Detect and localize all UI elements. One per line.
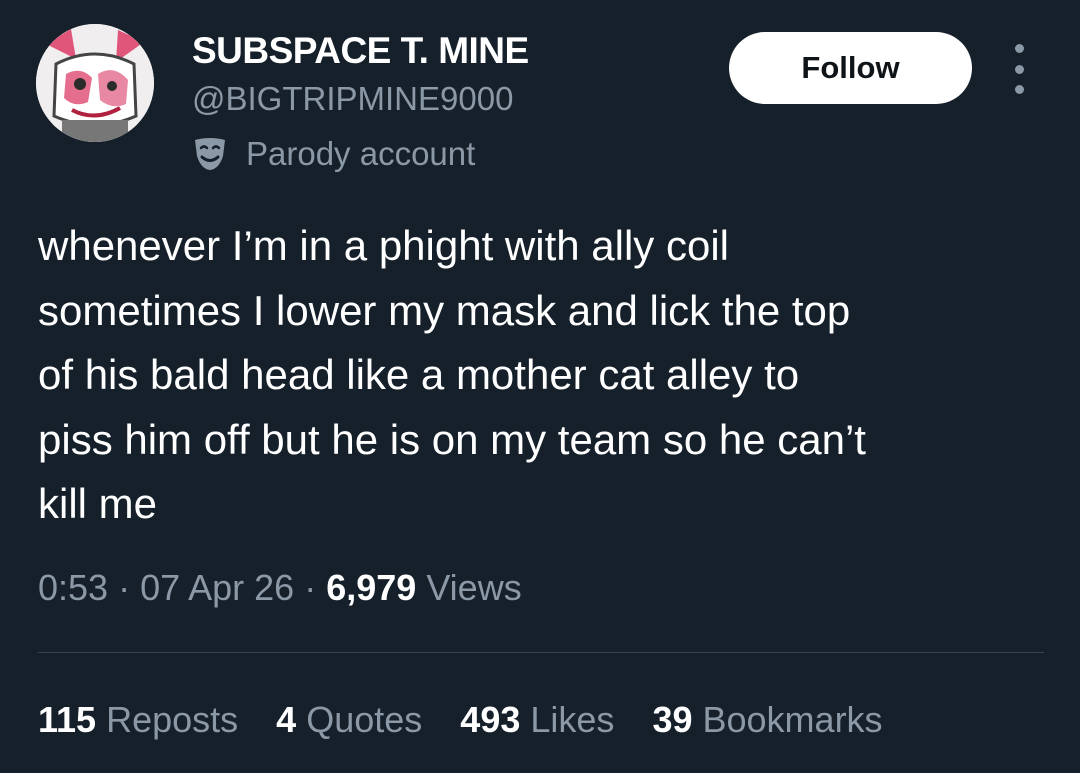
more-dot [1014,64,1024,74]
bookmarks-label: Bookmarks [702,699,883,740]
divider [38,652,1044,653]
likes-stat[interactable]: 493 Likes [460,699,614,741]
more-vertical-icon[interactable] [1004,44,1034,94]
tweet-time[interactable]: 0:53 [38,567,108,608]
bookmarks-stat[interactable]: 39 Bookmarks [652,699,882,741]
bookmarks-count: 39 [652,699,693,740]
avatar-image [36,24,154,142]
reposts-label: Reposts [106,699,239,740]
quotes-count: 4 [276,699,297,740]
reposts-count: 115 [38,699,97,740]
meta-separator: · [108,567,141,608]
meta-separator: · [294,567,327,608]
likes-count: 493 [460,699,521,740]
avatar[interactable] [36,24,154,142]
parody-label-text: Parody account [246,135,476,172]
theater-masks-icon [195,138,225,170]
author-display-name[interactable]: SUBSPACE T. MINE [192,30,529,72]
author-handle[interactable]: @BIGTRIPMINE9000 [192,80,513,118]
follow-button[interactable]: Follow [729,32,972,104]
more-dot [1014,44,1024,53]
parody-account-label: Parody account [192,134,475,174]
views-count: 6,979 [326,567,417,608]
likes-label: Likes [530,699,615,740]
engagement-stats: 115 Reposts 4 Quotes 493 Likes 39 Bookma… [38,699,921,741]
reposts-stat[interactable]: 115 Reposts [38,699,238,741]
tweet-meta: 0:53 · 07 Apr 26 · 6,979 Views [38,567,522,609]
tweet-date[interactable]: 07 Apr 26 [140,567,294,608]
views-label: Views [426,567,522,608]
tweet-text: whenever I’m in a phight with ally coil … [38,222,866,527]
more-dot [1014,85,1024,94]
quotes-label: Quotes [306,699,423,740]
quotes-stat[interactable]: 4 Quotes [276,699,422,741]
